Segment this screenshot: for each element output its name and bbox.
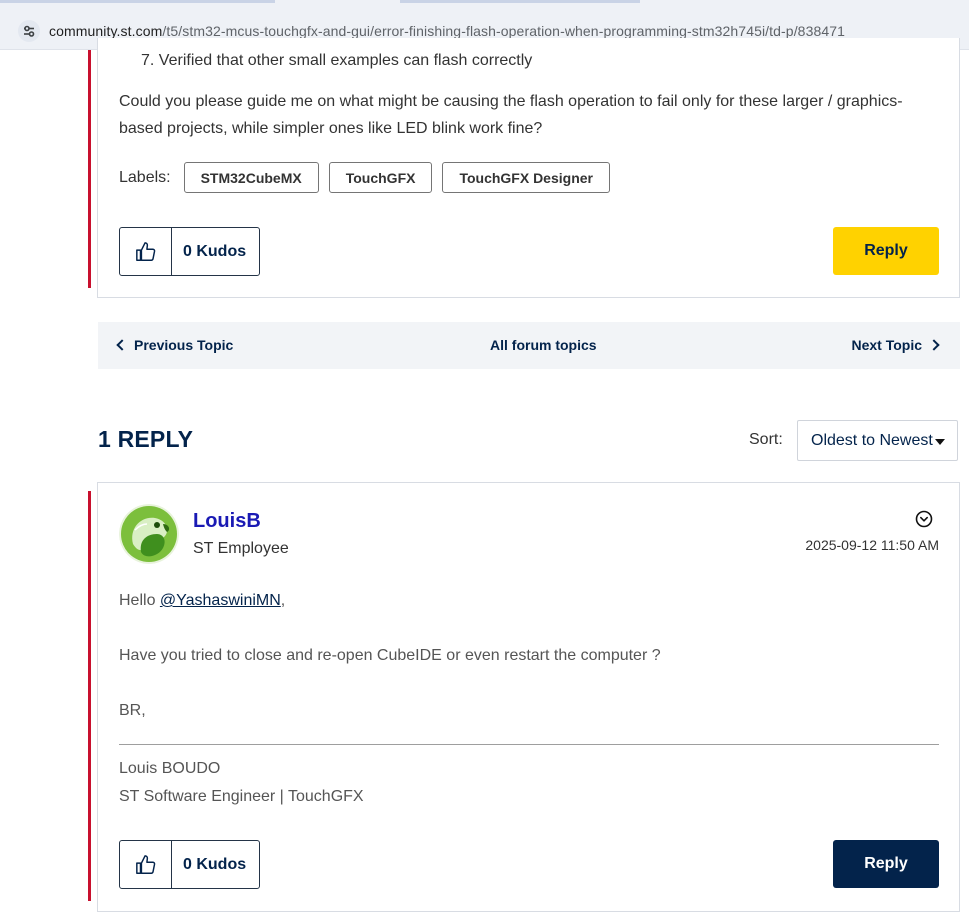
labels-title: Labels:	[119, 168, 171, 186]
signature-title: ST Software Engineer | TouchGFX	[119, 788, 364, 805]
author-rank: ST Employee	[193, 540, 289, 557]
avatar[interactable]	[119, 504, 179, 564]
tune-icon[interactable]	[18, 20, 40, 42]
caret-down-icon	[935, 439, 945, 445]
post-options-chevron-icon[interactable]	[915, 510, 933, 528]
url-domain: community.st.com	[49, 23, 163, 39]
list-item-number: 7.	[141, 52, 155, 69]
post-accent-bar	[88, 491, 91, 901]
greeting-suffix: ,	[280, 592, 286, 609]
reply-button[interactable]: Reply	[833, 840, 939, 888]
user-mention-link[interactable]: @YashaswiniMN	[160, 592, 281, 609]
topic-navigation: Previous Topic All forum topics Next Top…	[98, 322, 960, 369]
parrot-avatar-icon	[119, 504, 179, 564]
post-paragraph: Could you please guide me on what might …	[119, 93, 903, 137]
previous-topic-label: Previous Topic	[134, 337, 234, 353]
kudos-count: 0 Kudos	[183, 855, 247, 873]
thumbs-up-icon	[135, 241, 155, 261]
replies-count-heading: 1 REPLY	[98, 426, 194, 452]
sort-dropdown[interactable]: Oldest to Newest	[797, 420, 958, 461]
label-chip-touchgfx-designer[interactable]: TouchGFX Designer	[442, 162, 610, 193]
reply-button[interactable]: Reply	[833, 227, 939, 275]
sort-selected-value: Oldest to Newest	[811, 431, 933, 449]
reply-question: Have you tried to close and re-open Cube…	[119, 647, 661, 664]
next-topic-link[interactable]: Next Topic	[851, 337, 940, 353]
reply-greeting: Hello @YashaswiniMN,	[119, 592, 285, 610]
previous-topic-link[interactable]: Previous Topic	[116, 337, 234, 353]
reply-closing: BR,	[119, 702, 146, 719]
kudos-count: 0 Kudos	[183, 242, 247, 260]
sort-label: Sort:	[749, 431, 783, 448]
signature-name: Louis BOUDO	[119, 760, 221, 777]
url-text[interactable]: community.st.com/t5/stm32-mcus-touchgfx-…	[49, 23, 845, 39]
kudos-widget: 0 Kudos	[119, 227, 260, 276]
label-chip-stm32cubemx[interactable]: STM32CubeMX	[183, 162, 319, 193]
kudos-widget: 0 Kudos	[119, 840, 260, 889]
list-item-text: Verified that other small examples can f…	[158, 52, 533, 69]
post-date: 2025-09-12 11:50 AM	[805, 537, 939, 553]
signature-divider	[119, 744, 939, 745]
label-chip-touchgfx[interactable]: TouchGFX	[328, 162, 433, 193]
chevron-right-icon	[928, 339, 940, 351]
url-path: /t5/stm32-mcus-touchgfx-and-gui/error-fi…	[162, 23, 845, 39]
tab-strip-edge	[0, 0, 969, 3]
thumbs-up-icon	[135, 854, 155, 874]
greeting-prefix: Hello	[119, 592, 160, 609]
post-accent-bar	[88, 50, 91, 288]
give-kudo-button[interactable]	[120, 228, 172, 275]
next-topic-label: Next Topic	[851, 337, 922, 353]
all-forum-topics-link[interactable]: All forum topics	[490, 337, 597, 353]
author-name-link[interactable]: LouisB	[193, 510, 261, 533]
chevron-left-icon	[116, 339, 128, 351]
give-kudo-button[interactable]	[120, 841, 172, 888]
list-item: 7. Verified that other small examples ca…	[141, 52, 532, 70]
labels-row: Labels: STM32CubeMX TouchGFX TouchGFX De…	[119, 162, 620, 193]
